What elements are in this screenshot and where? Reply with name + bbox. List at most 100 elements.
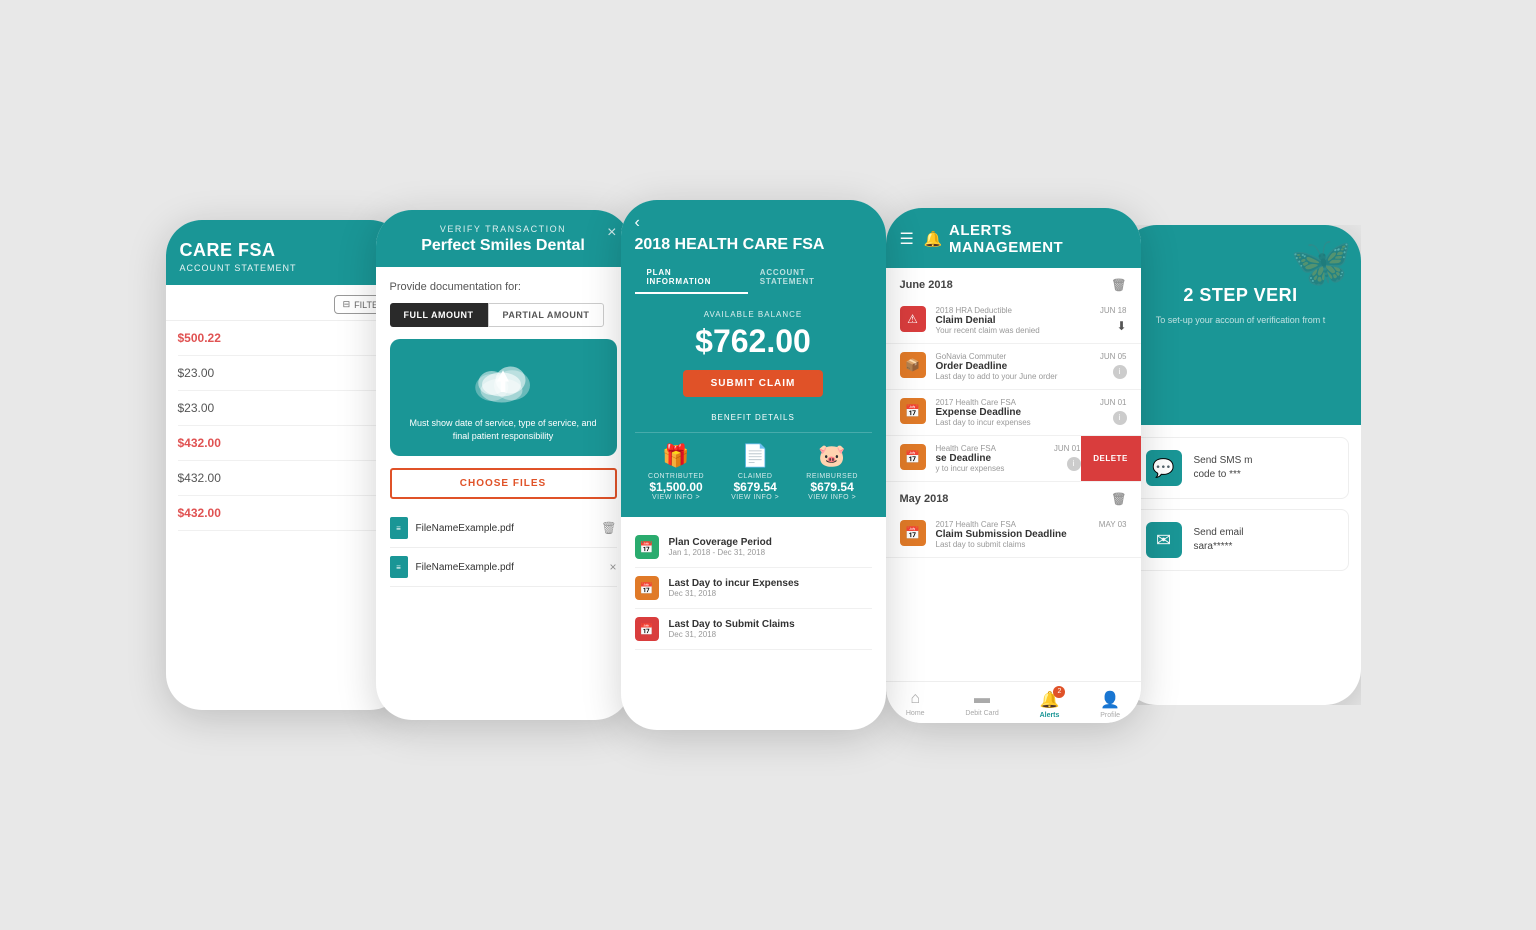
amount-value: $23.00 [178,401,215,415]
phone4-wrapper: ☰ 🔔 ALERTS MANAGEMENT June 2018 🗑 ⚠ 2018… [886,208,1141,723]
list-item[interactable]: $23.00 › [178,356,394,391]
phones-container: CARE FSA ACCOUNT STATEMENT ⊟ FILTER $500… [0,0,1536,930]
view-info-contributed[interactable]: VIEW INFO > [648,494,704,501]
delete-button[interactable]: DELETE [1081,436,1141,481]
full-amount-tab[interactable]: FULL AMOUNT [390,303,488,327]
upload-cloud-icon [473,359,533,409]
account-statement-tab[interactable]: ACCOUNT STATEMENT [748,262,872,294]
alert-sub: Last day to incur expenses [936,418,1090,427]
phone3-header: ‹ 2018 HEALTH CARE FSA PLAN INFORMATION … [621,200,886,294]
benefit-title: BENEFIT DETAILS [635,413,872,433]
badge-count: 2 [1053,686,1065,698]
plan-details: 📅 Plan Coverage Period Jan 1, 2018 - Dec… [621,517,886,660]
info-icon[interactable]: i [1113,411,1127,425]
profile-label: Profile [1100,712,1120,719]
claimed-col: 📄 CLAIMED $679.54 VIEW INFO > [731,443,779,501]
list-item[interactable]: $432.00 [178,426,394,461]
alerts-badge-container: 🔔 2 [1040,690,1060,710]
merchant-name: Perfect Smiles Dental [390,237,617,255]
alerts-nav-label: Alerts [1040,712,1060,719]
alert-org: GoNavia Commuter [936,352,1090,361]
alert-title: Claim Denial [936,315,1090,326]
coverage-title: Plan Coverage Period [669,537,772,548]
upload-area: Must show date of service, type of servi… [390,339,617,456]
alert-date: JUN 01 [1100,398,1127,407]
info-icon[interactable]: i [1113,365,1127,379]
fsa-title: 2018 HEALTH CARE FSA [635,236,872,254]
info-icon[interactable]: i [1067,457,1081,471]
benefit-section: BENEFIT DETAILS 🎁 CONTRIBUTED $1,500.00 … [621,413,886,517]
june-label: June 2018 [900,279,953,291]
file-icon: ≡ [390,556,408,578]
filter-icon: ⊟ [343,299,351,310]
sms-option[interactable]: 💬 Send SMS mcode to *** [1133,437,1349,499]
reimbursed-col: 🐷 REIMBURSED $679.54 VIEW INFO > [806,443,858,501]
balance-section: AVAILABLE BALANCE $762.00 SUBMIT CLAIM [621,294,886,413]
nav-debit-card[interactable]: ▬ Debit Card [965,690,998,719]
file-item-1: ≡ FileNameExample.pdf 🗑 [390,509,617,548]
coverage-dates: Jan 1, 2018 - Dec 31, 2018 [669,548,772,557]
back-button[interactable]: ‹ [635,214,872,232]
partial-amount-tab[interactable]: PARTIAL AMOUNT [488,303,605,327]
bell-icon: 🔔 [924,230,943,248]
delete-month-icon[interactable]: 🗑 [1111,278,1126,292]
phone2-header: VERIFY TRANSACTION Perfect Smiles Dental… [376,210,631,267]
close-icon[interactable]: × [609,560,616,574]
expenses-title: Last Day to incur Expenses [669,578,800,589]
alert-item: ⚠ 2018 HRA Deductible Claim Denial Your … [886,298,1141,344]
phone5: 🦋 2 STEP VERI To set-up your accoun of v… [1121,225,1361,705]
home-label: Home [906,710,925,717]
claims-date: Dec 31, 2018 [669,630,795,639]
list-item[interactable]: $23.00 › [178,391,394,426]
file-name-1: FileNameExample.pdf [416,523,594,534]
alert-date: JUN 01 [1054,444,1081,453]
delete-icon[interactable]: 🗑 [601,521,616,535]
alert-item-delete: 📅 Health Care FSA se Deadline y to incur… [886,436,1141,482]
logo-icon: 🦋 [1290,233,1352,292]
nav-home[interactable]: ⌂ Home [906,690,925,719]
view-info-claimed[interactable]: VIEW INFO > [731,494,779,501]
nav-alerts[interactable]: 🔔 2 Alerts [1040,690,1060,719]
alert-sub: Your recent claim was denied [936,326,1090,335]
menu-icon[interactable]: ☰ [900,229,914,249]
contributed-label: CONTRIBUTED [648,473,704,480]
alert-title: Order Deadline [936,361,1090,372]
calendar-icon: 📅 [635,535,659,559]
view-info-reimbursed[interactable]: VIEW INFO > [806,494,858,501]
alert-title: Expense Deadline [936,407,1090,418]
last-day-claims-item: 📅 Last Day to Submit Claims Dec 31, 2018 [635,609,872,650]
reimbursed-label: REIMBURSED [806,473,858,480]
piggy-icon: 🐷 [806,443,858,469]
amount-value: $432.00 [178,506,221,520]
list-item[interactable]: $432.00 › [178,461,394,496]
email-option[interactable]: ✉ Send emailsara***** [1133,509,1349,571]
alert-title: Claim Submission Deadline [936,529,1089,540]
phone2: VERIFY TRANSACTION Perfect Smiles Dental… [376,210,631,720]
file-icon: ≡ [390,517,408,539]
phone1-subtitle: ACCOUNT STATEMENT [180,263,392,273]
list-item[interactable]: $432.00 [178,496,394,531]
close-icon[interactable]: × [607,224,616,242]
document-icon: 📄 [731,443,779,469]
delete-month-icon[interactable]: 🗑 [1111,492,1126,506]
alert-icon-orange: 📦 [900,352,926,378]
alert-org: 2018 HRA Deductible [936,306,1090,315]
plan-information-tab[interactable]: PLAN INFORMATION [635,262,748,294]
bottom-nav: ⌂ Home ▬ Debit Card 🔔 2 Alerts 👤 Profi [886,681,1141,723]
phone3-wrapper: ‹ 2018 HEALTH CARE FSA PLAN INFORMATION … [621,200,886,730]
list-item[interactable]: $500.22 [178,321,394,356]
submit-claim-button[interactable]: SUBMIT CLAIM [683,370,824,397]
account-list: $500.22 $23.00 › $23.00 › $432.00 $432.0 [166,321,406,531]
debit-card-label: Debit Card [965,710,998,717]
card-icon: ▬ [974,690,990,708]
nav-profile[interactable]: 👤 Profile [1100,690,1120,719]
phone4-header: ☰ 🔔 ALERTS MANAGEMENT [886,208,1141,268]
download-icon[interactable]: ⬇ [1116,319,1126,333]
alert-item: 📦 GoNavia Commuter Order Deadline Last d… [886,344,1141,390]
alert-title: se Deadline [936,453,1044,464]
contributed-col: 🎁 CONTRIBUTED $1,500.00 VIEW INFO > [648,443,704,501]
phone1-wrapper: CARE FSA ACCOUNT STATEMENT ⊟ FILTER $500… [166,220,406,710]
home-icon: ⌂ [910,690,920,708]
choose-files-button[interactable]: CHOOSE FILES [390,468,617,499]
alert-org: 2017 Health Care FSA [936,520,1089,529]
